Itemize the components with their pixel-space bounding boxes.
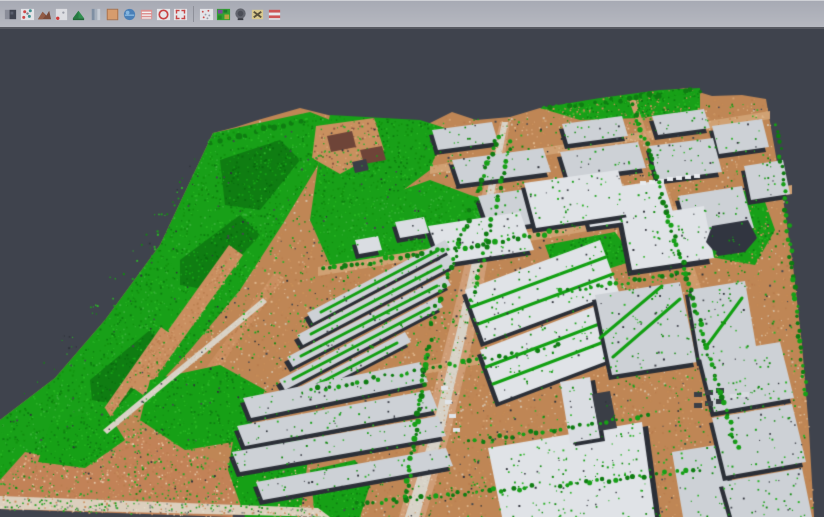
ortho-image-icon[interactable] — [104, 4, 121, 25]
mesh-solid-icon[interactable] — [232, 4, 249, 25]
merge-delete-icon[interactable] — [249, 4, 266, 25]
merge-delete-icon — [250, 7, 265, 22]
layers-flag-icon — [267, 7, 282, 22]
layers-flag-icon[interactable] — [266, 4, 283, 25]
globe-icon[interactable] — [121, 4, 138, 25]
classification-map-icon[interactable] — [215, 4, 232, 25]
profile-lines-icon — [139, 7, 154, 22]
viewport-3d-canvas[interactable] — [0, 29, 824, 517]
classification-map-icon — [216, 7, 231, 22]
crop-brackets-icon — [173, 7, 188, 22]
terrain-mesh-icon[interactable] — [36, 4, 53, 25]
toolbar-separator — [190, 5, 197, 23]
dual-view-icon[interactable] — [2, 4, 19, 25]
terrain-mesh-icon — [37, 7, 52, 22]
point-list-picking-icon — [54, 7, 69, 22]
height-ramp-icon[interactable] — [87, 4, 104, 25]
compute-mesh-icon[interactable] — [70, 4, 87, 25]
noise-filter-icon — [199, 7, 214, 22]
ortho-image-icon — [105, 7, 120, 22]
point-list-picking-icon[interactable] — [53, 4, 70, 25]
height-ramp-icon — [88, 7, 103, 22]
circle-select-icon — [156, 7, 171, 22]
dual-view-icon — [3, 7, 18, 22]
globe-icon — [122, 7, 137, 22]
circle-select-icon[interactable] — [155, 4, 172, 25]
noise-filter-icon[interactable] — [198, 4, 215, 25]
application-window — [0, 0, 824, 517]
toolbar — [0, 0, 824, 27]
profile-lines-icon[interactable] — [138, 4, 155, 25]
crop-brackets-icon[interactable] — [172, 4, 189, 25]
mesh-solid-icon — [233, 7, 248, 22]
point-pair-registration-icon — [20, 7, 35, 22]
point-pair-registration-icon[interactable] — [19, 4, 36, 25]
compute-mesh-icon — [71, 7, 86, 22]
